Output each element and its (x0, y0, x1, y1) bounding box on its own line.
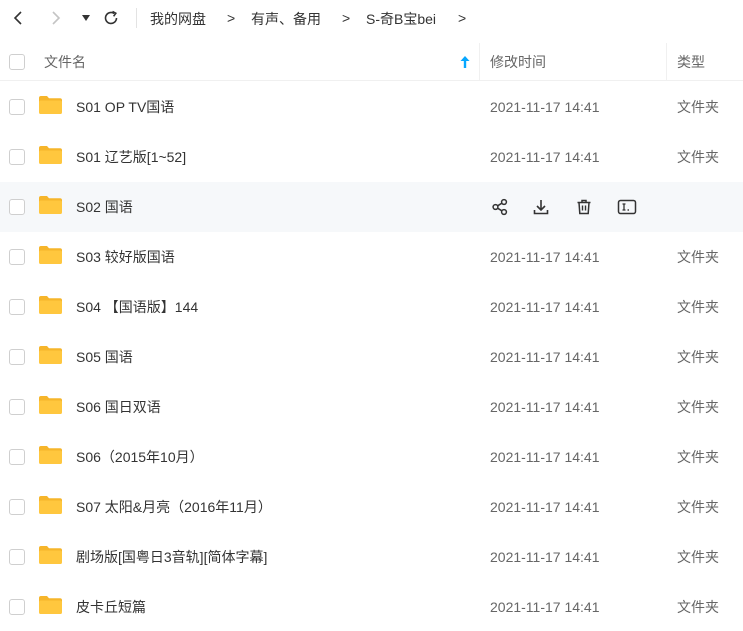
back-button[interactable] (6, 6, 30, 30)
row-checkbox[interactable] (9, 249, 25, 265)
history-dropdown-button[interactable] (74, 6, 98, 30)
file-row[interactable]: S01 辽艺版[1~52] 2021-11-17 14:41 文件夹 (0, 132, 743, 182)
modified-time: 2021-11-17 14:41 (490, 149, 600, 165)
download-button[interactable] (530, 196, 552, 218)
file-type: 文件夹 (677, 449, 719, 465)
column-divider (666, 43, 667, 81)
file-name[interactable]: S01 OP TV国语 (76, 98, 174, 116)
caret-down-icon (82, 15, 90, 21)
modified-time: 2021-11-17 14:41 (490, 399, 600, 415)
column-header-name[interactable]: 文件名 (44, 53, 86, 71)
column-header-modified-time[interactable]: 修改时间 (490, 53, 546, 71)
share-button[interactable] (489, 196, 511, 218)
file-type: 文件夹 (677, 349, 719, 365)
file-type: 文件夹 (677, 99, 719, 115)
file-row[interactable]: 剧场版[国粤日3音轨][简体字幕] 2021-11-17 14:41 文件夹 (0, 532, 743, 582)
delete-button[interactable] (573, 196, 595, 218)
file-list-header: 文件名 修改时间 类型 (0, 43, 743, 81)
row-checkbox[interactable] (9, 349, 25, 365)
breadcrumb-item-root[interactable]: 我的网盘 (150, 10, 206, 28)
breadcrumb-item-folder[interactable]: 有声、备用 (251, 10, 321, 28)
modified-time: 2021-11-17 14:41 (490, 599, 600, 615)
folder-icon (39, 596, 62, 614)
file-name[interactable]: S05 国语 (76, 348, 133, 366)
folder-icon (39, 546, 62, 564)
file-row[interactable]: S04 【国语版】144 2021-11-17 14:41 文件夹 (0, 282, 743, 332)
breadcrumb-separator: > (342, 10, 351, 26)
row-checkbox[interactable] (9, 549, 25, 565)
sort-ascending-icon[interactable] (459, 55, 471, 69)
folder-icon (39, 296, 62, 314)
file-row[interactable]: S06（2015年10月） 2021-11-17 14:41 文件夹 (0, 432, 743, 482)
modified-time: 2021-11-17 14:41 (490, 99, 600, 115)
file-row[interactable]: 皮卡丘短篇 2021-11-17 14:41 文件夹 (0, 582, 743, 631)
rename-icon (617, 199, 637, 215)
file-type: 文件夹 (677, 299, 719, 315)
file-name[interactable]: S01 辽艺版[1~52] (76, 148, 186, 166)
column-divider (479, 43, 480, 81)
select-all-checkbox[interactable] (9, 54, 25, 70)
forward-button[interactable] (44, 6, 68, 30)
file-name[interactable]: S06 国日双语 (76, 398, 161, 416)
breadcrumb-separator: > (227, 10, 236, 26)
share-icon (492, 198, 508, 216)
modified-time: 2021-11-17 14:41 (490, 349, 600, 365)
file-row[interactable]: S02 国语 (0, 182, 743, 232)
download-icon (533, 200, 549, 215)
file-type: 文件夹 (677, 249, 719, 265)
row-checkbox[interactable] (9, 499, 25, 515)
nav-divider (136, 8, 137, 28)
breadcrumb-item-current[interactable]: S-奇B宝bei (366, 10, 436, 28)
chevron-right-icon (52, 11, 61, 25)
navigation-bar: 我的网盘 > 有声、备用 > S-奇B宝bei > (0, 0, 743, 38)
file-row[interactable]: S07 太阳&月亮（2016年11月） 2021-11-17 14:41 文件夹 (0, 482, 743, 532)
modified-time: 2021-11-17 14:41 (490, 249, 600, 265)
folder-icon (39, 96, 62, 114)
folder-icon (39, 496, 62, 514)
file-name[interactable]: S07 太阳&月亮（2016年11月） (76, 498, 272, 516)
refresh-icon (104, 10, 118, 25)
row-checkbox[interactable] (9, 99, 25, 115)
file-type: 文件夹 (677, 499, 719, 515)
file-name[interactable]: S04 【国语版】144 (76, 298, 198, 316)
file-row[interactable]: S01 OP TV国语 2021-11-17 14:41 文件夹 (0, 82, 743, 132)
column-header-type[interactable]: 类型 (677, 53, 705, 71)
file-name[interactable]: S06（2015年10月） (76, 448, 204, 466)
file-row[interactable]: S03 较好版国语 2021-11-17 14:41 文件夹 (0, 232, 743, 282)
modified-time: 2021-11-17 14:41 (490, 499, 600, 515)
folder-icon (39, 146, 62, 164)
row-checkbox[interactable] (9, 599, 25, 615)
folder-icon (39, 246, 62, 264)
row-checkbox[interactable] (9, 199, 25, 215)
file-type: 文件夹 (677, 399, 719, 415)
modified-time: 2021-11-17 14:41 (490, 299, 600, 315)
rename-button[interactable] (616, 196, 638, 218)
file-name[interactable]: 剧场版[国粤日3音轨][简体字幕] (76, 548, 267, 566)
folder-icon (39, 396, 62, 414)
file-name[interactable]: S03 较好版国语 (76, 248, 175, 266)
row-checkbox[interactable] (9, 299, 25, 315)
chevron-left-icon (13, 11, 22, 25)
folder-icon (39, 346, 62, 364)
row-checkbox[interactable] (9, 399, 25, 415)
folder-icon (39, 196, 62, 214)
refresh-button[interactable] (99, 6, 123, 30)
breadcrumb-separator: > (458, 10, 467, 26)
file-type: 文件夹 (677, 149, 719, 165)
row-checkbox[interactable] (9, 449, 25, 465)
file-name[interactable]: S02 国语 (76, 198, 133, 216)
file-name[interactable]: 皮卡丘短篇 (76, 598, 146, 616)
file-type: 文件夹 (677, 599, 719, 615)
folder-icon (39, 446, 62, 464)
file-row[interactable]: S05 国语 2021-11-17 14:41 文件夹 (0, 332, 743, 382)
modified-time: 2021-11-17 14:41 (490, 549, 600, 565)
file-row[interactable]: S06 国日双语 2021-11-17 14:41 文件夹 (0, 382, 743, 432)
file-type: 文件夹 (677, 549, 719, 565)
trash-icon (577, 199, 591, 215)
row-checkbox[interactable] (9, 149, 25, 165)
modified-time: 2021-11-17 14:41 (490, 449, 600, 465)
